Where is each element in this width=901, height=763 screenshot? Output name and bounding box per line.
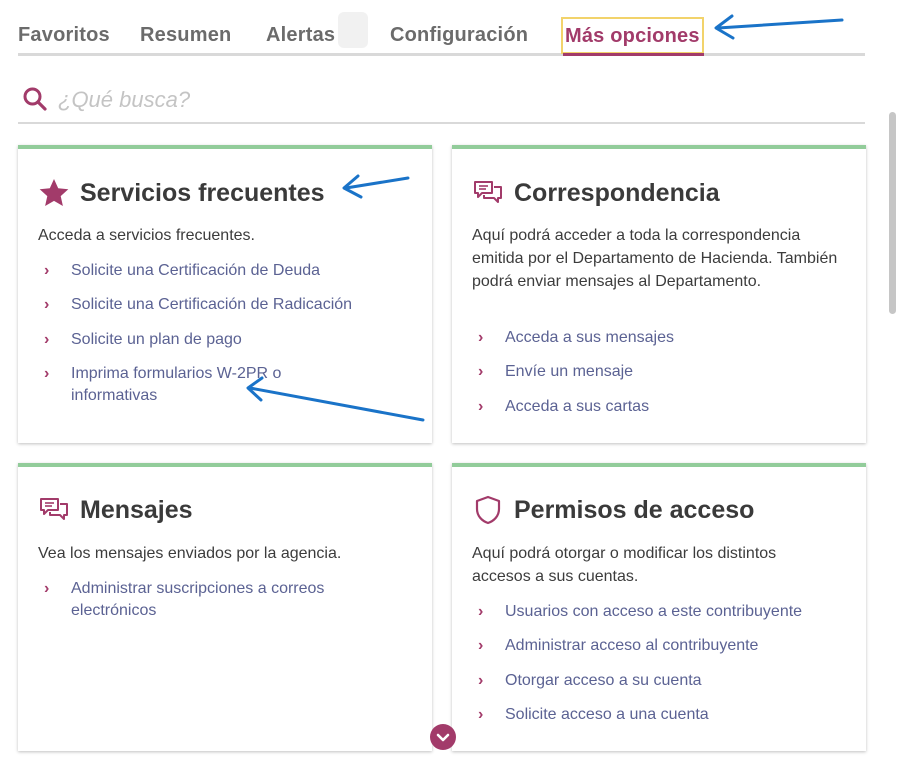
link-plan-de-pago[interactable]: › Solicite un plan de pago [38,329,413,351]
link-certificacion-radicacion[interactable]: › Solicite una Certificación de Radicació… [38,294,413,316]
link-administrar-acceso[interactable]: › Administrar acceso al contribuyente [472,635,847,657]
card-description: Acceda a servicios frecuentes. [38,227,255,244]
link-acceda-mensajes[interactable]: › Acceda a sus mensajes [472,327,847,349]
chevron-right-icon: › [478,637,484,654]
link-suscripciones-correos[interactable]: › Administrar suscripciones a correos ele… [38,578,358,622]
card-header: Correspondencia [472,177,720,209]
search-input[interactable] [58,84,838,116]
card-correspondencia: Correspondencia Aquí podrá acceder a tod… [452,145,866,443]
search-icon[interactable] [22,86,48,112]
link-list: › Administrar suscripciones a correos ele… [38,578,413,622]
card-description: Vea los mensajes enviados por la agencia… [38,545,342,562]
scrollbar-thumb[interactable] [889,112,896,314]
link-solicite-acceso[interactable]: › Solicite acceso a una cuenta [472,704,847,726]
chevron-right-icon: › [44,331,50,348]
card-header: Mensajes [38,494,193,526]
chevron-down-icon [436,733,450,742]
tab-favoritos[interactable]: Favoritos [18,24,110,47]
chevron-right-icon: › [478,603,484,620]
chevron-right-icon: › [44,262,50,279]
tab-alertas[interactable]: Alertas [266,24,335,47]
card-description: Aquí podrá otorgar o modificar los disti… [472,545,777,585]
tab-mas-opciones[interactable]: Más opciones [561,17,704,54]
card-permisos-acceso: Permisos de acceso Aquí podrá otorgar o … [452,463,866,751]
star-icon [39,179,69,206]
card-title: Correspondencia [514,178,720,207]
link-list: › Solicite una Certificación de Deuda › So… [38,260,413,407]
card-title: Permisos de acceso [514,495,755,524]
card-header: Servicios frecuentes [38,177,325,209]
chat-icon [40,498,68,520]
card-title: Servicios frecuentes [80,178,325,207]
search-bar [18,80,865,124]
chevron-right-icon: › [44,296,50,313]
chat-icon [474,181,502,203]
link-list: › Usuarios con acceso a este contribuyent… [472,601,847,726]
cursor-artifact [338,12,368,48]
link-otorgar-acceso[interactable]: › Otorgar acceso a su cuenta [472,670,847,692]
tab-configuracion[interactable]: Configuración [390,24,528,47]
chevron-right-icon: › [478,363,484,380]
chevron-right-icon: › [44,365,50,382]
chevron-right-icon: › [478,329,484,346]
link-envie-mensaje[interactable]: › Envíe un mensaje [472,361,847,383]
card-title: Mensajes [80,495,193,524]
link-certificacion-deuda[interactable]: › Solicite una Certificación de Deuda [38,260,413,282]
card-mensajes: Mensajes Vea los mensajes enviados por l… [18,463,432,751]
shield-icon [475,495,501,525]
chevron-right-icon: › [478,398,484,415]
chevron-right-icon: › [478,706,484,723]
card-servicios-frecuentes: Servicios frecuentes Acceda a servicios … [18,145,432,443]
link-acceda-cartas[interactable]: › Acceda a sus cartas [472,396,847,418]
tab-resumen[interactable]: Resumen [140,24,231,47]
tab-bar: Favoritos Resumen Alertas Configuración … [18,16,865,56]
card-header: Permisos de acceso [472,494,754,526]
link-formularios-w2pr[interactable]: › Imprima formularios W-2PR o informativa… [38,363,328,407]
chevron-right-icon: › [478,672,484,689]
card-description: Aquí podrá acceder a toda la corresponde… [472,227,838,290]
link-usuarios-con-acceso[interactable]: › Usuarios con acceso a este contribuyent… [472,601,847,623]
active-tab-indicator [563,53,704,56]
chevron-right-icon: › [44,580,50,597]
link-list: › Acceda a sus mensajes › Envíe un mensaje… [472,327,847,418]
scroll-down-button[interactable] [430,724,456,750]
